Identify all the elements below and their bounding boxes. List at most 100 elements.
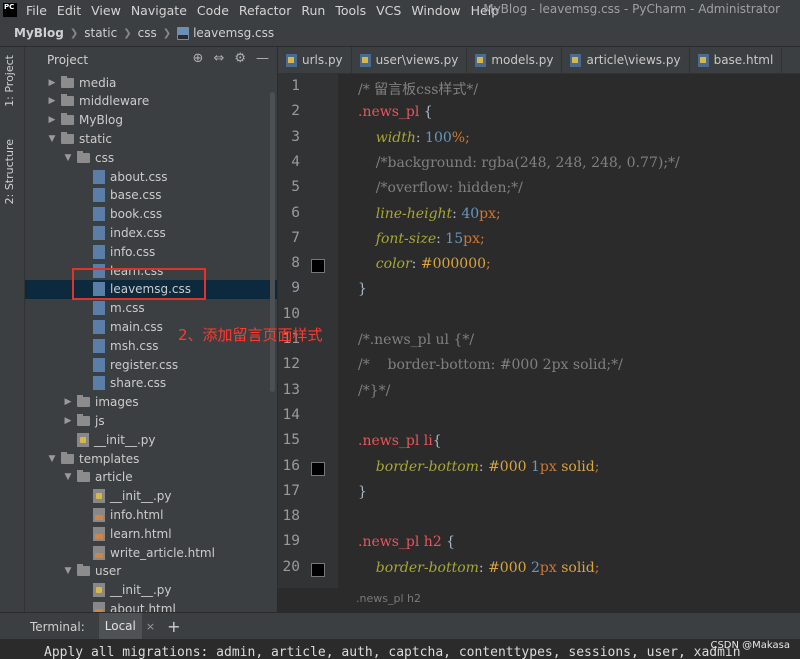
py-icon bbox=[93, 583, 105, 598]
code-token: /*}*/ bbox=[358, 382, 391, 399]
tree-file[interactable]: about.html bbox=[25, 599, 277, 612]
tree-folder[interactable]: ▼ static bbox=[25, 129, 277, 148]
tree-file[interactable]: write_article.html bbox=[25, 543, 277, 562]
expand-arrow-icon[interactable]: ▼ bbox=[63, 472, 73, 482]
locate-icon[interactable]: ⊕ bbox=[193, 51, 204, 66]
project-panel-title[interactable]: Project bbox=[47, 53, 88, 67]
menu-tools[interactable]: Tools bbox=[330, 3, 371, 18]
editor-tab[interactable]: models.py bbox=[467, 47, 563, 73]
close-icon[interactable]: × bbox=[146, 620, 155, 633]
tree-file[interactable]: m.css bbox=[25, 299, 277, 318]
tree-file[interactable]: info.css bbox=[25, 242, 277, 261]
editor-tab[interactable]: base.html bbox=[690, 47, 783, 73]
tree-file[interactable]: info.html bbox=[25, 505, 277, 524]
tree-scrollbar[interactable] bbox=[270, 92, 275, 392]
line-number: 8 bbox=[291, 255, 300, 272]
tree-file[interactable]: about.css bbox=[25, 167, 277, 186]
expand-arrow-icon[interactable]: ▼ bbox=[63, 566, 73, 576]
tab-label: base.html bbox=[713, 53, 774, 67]
collapse-arrow-icon[interactable]: ▶ bbox=[47, 115, 57, 125]
line-number: 3 bbox=[291, 128, 300, 145]
editor-tab[interactable]: article\views.py bbox=[562, 47, 690, 73]
menu-run[interactable]: Run bbox=[296, 3, 330, 18]
code-line: } bbox=[358, 484, 367, 500]
tree-file[interactable]: base.css bbox=[25, 186, 277, 205]
tree-item-label: about.css bbox=[110, 169, 168, 184]
terminal-tab-local[interactable]: Local bbox=[98, 613, 142, 640]
menu-edit[interactable]: Edit bbox=[52, 3, 86, 18]
menu-vcs[interactable]: VCS bbox=[371, 3, 406, 18]
breadcrumb-item-css[interactable]: css bbox=[138, 26, 157, 40]
tree-item-label: css bbox=[95, 150, 115, 165]
tree-file[interactable]: __init__.py bbox=[25, 430, 277, 449]
color-swatch-icon[interactable] bbox=[311, 461, 325, 476]
tree-file[interactable]: __init__.py bbox=[25, 581, 277, 600]
menu-code[interactable]: Code bbox=[192, 3, 234, 18]
code-token: .news_pl bbox=[358, 104, 420, 121]
tree-item-label: m.css bbox=[110, 301, 145, 316]
tree-folder[interactable]: ▼ user bbox=[25, 562, 277, 581]
tree-item-label: __init__.py bbox=[110, 583, 172, 598]
menu-view[interactable]: View bbox=[86, 3, 126, 18]
tab-structure[interactable]: 2: Structure bbox=[3, 139, 16, 204]
tree-folder[interactable]: ▶ js bbox=[25, 411, 277, 430]
menu-refactor[interactable]: Refactor bbox=[234, 3, 296, 18]
expand-arrow-icon[interactable]: ▼ bbox=[63, 153, 73, 163]
menu-window[interactable]: Window bbox=[406, 3, 465, 18]
tree-file[interactable]: register.css bbox=[25, 355, 277, 374]
expand-arrow-icon[interactable]: ▼ bbox=[47, 134, 57, 144]
left-tool-strip: 1: Project 2: Structure bbox=[0, 47, 25, 612]
tree-file[interactable]: learn.html bbox=[25, 524, 277, 543]
breadcrumb-separator: ❯ bbox=[162, 27, 172, 39]
tree-file[interactable]: share.css bbox=[25, 374, 277, 393]
tree-folder[interactable]: ▼ article bbox=[25, 468, 277, 487]
breadcrumb-item-file[interactable]: leavemsg.css bbox=[193, 26, 274, 40]
hide-icon[interactable]: — bbox=[256, 51, 269, 66]
code-editor[interactable]: /* 留言板css样式*/ .news_pl { width: 100%; /*b… bbox=[338, 74, 800, 588]
terminal-output[interactable]: Apply all migrations: admin, article, au… bbox=[0, 639, 800, 659]
editor-tab[interactable]: urls.py bbox=[278, 47, 352, 73]
code-token: 15 bbox=[445, 230, 464, 247]
editor-tab[interactable]: user\views.py bbox=[352, 47, 468, 73]
breadcrumb-item-myblog[interactable]: MyBlog bbox=[14, 26, 64, 40]
menu-navigate[interactable]: Navigate bbox=[126, 3, 192, 18]
collapse-arrow-icon[interactable]: ▶ bbox=[63, 397, 73, 407]
breadcrumb: MyBlog ❯ static ❯ css ❯ leavemsg.css bbox=[0, 20, 800, 47]
tree-folder[interactable]: ▼ templates bbox=[25, 449, 277, 468]
breadcrumb-item-static[interactable]: static bbox=[84, 26, 117, 40]
tree-folder[interactable]: ▶ MyBlog bbox=[25, 111, 277, 130]
code-line: /*.news_pl ul {*/ bbox=[358, 332, 474, 348]
tree-folder[interactable]: ▶ images bbox=[25, 393, 277, 412]
folder-icon bbox=[61, 113, 74, 126]
editor-breadcrumb[interactable]: .news_pl h2 bbox=[356, 592, 421, 605]
code-token: px bbox=[479, 205, 497, 222]
expand-arrow-icon[interactable]: ▼ bbox=[47, 454, 57, 464]
code-token: border-bottom bbox=[358, 458, 479, 475]
tree-file[interactable]: book.css bbox=[25, 205, 277, 224]
tree-file[interactable]: index.css bbox=[25, 223, 277, 242]
code-token: : bbox=[452, 205, 462, 222]
menu-items: File Edit View Navigate Code Refactor Run Tools… bbox=[21, 3, 504, 18]
tree-file[interactable]: __init__.py bbox=[25, 487, 277, 506]
folder-icon bbox=[61, 131, 74, 144]
tree-folder[interactable]: ▶ middleware bbox=[25, 92, 277, 111]
html-icon bbox=[93, 507, 105, 522]
menu-file[interactable]: File bbox=[21, 3, 52, 18]
color-swatch-icon[interactable] bbox=[311, 562, 325, 577]
tree-folder[interactable]: ▼ css bbox=[25, 148, 277, 167]
collapse-all-icon[interactable]: ⇔ bbox=[213, 51, 224, 66]
file-icon bbox=[475, 53, 487, 67]
collapse-arrow-icon[interactable]: ▶ bbox=[47, 96, 57, 106]
project-panel-header: Project ⊕ ⇔ ⚙ — bbox=[25, 47, 277, 73]
tree-folder[interactable]: ▶ media bbox=[25, 73, 277, 92]
add-terminal-icon[interactable]: + bbox=[167, 617, 180, 636]
collapse-arrow-icon[interactable]: ▶ bbox=[63, 416, 73, 426]
tree-item-label: base.css bbox=[110, 188, 162, 203]
color-swatch-icon[interactable] bbox=[311, 259, 325, 274]
gear-icon[interactable]: ⚙ bbox=[234, 51, 246, 66]
file-icon bbox=[286, 53, 297, 67]
tree-item-label: static bbox=[79, 131, 112, 146]
tab-project[interactable]: 1: Project bbox=[3, 55, 16, 107]
tree-item-label: templates bbox=[79, 451, 140, 466]
collapse-arrow-icon[interactable]: ▶ bbox=[47, 78, 57, 88]
